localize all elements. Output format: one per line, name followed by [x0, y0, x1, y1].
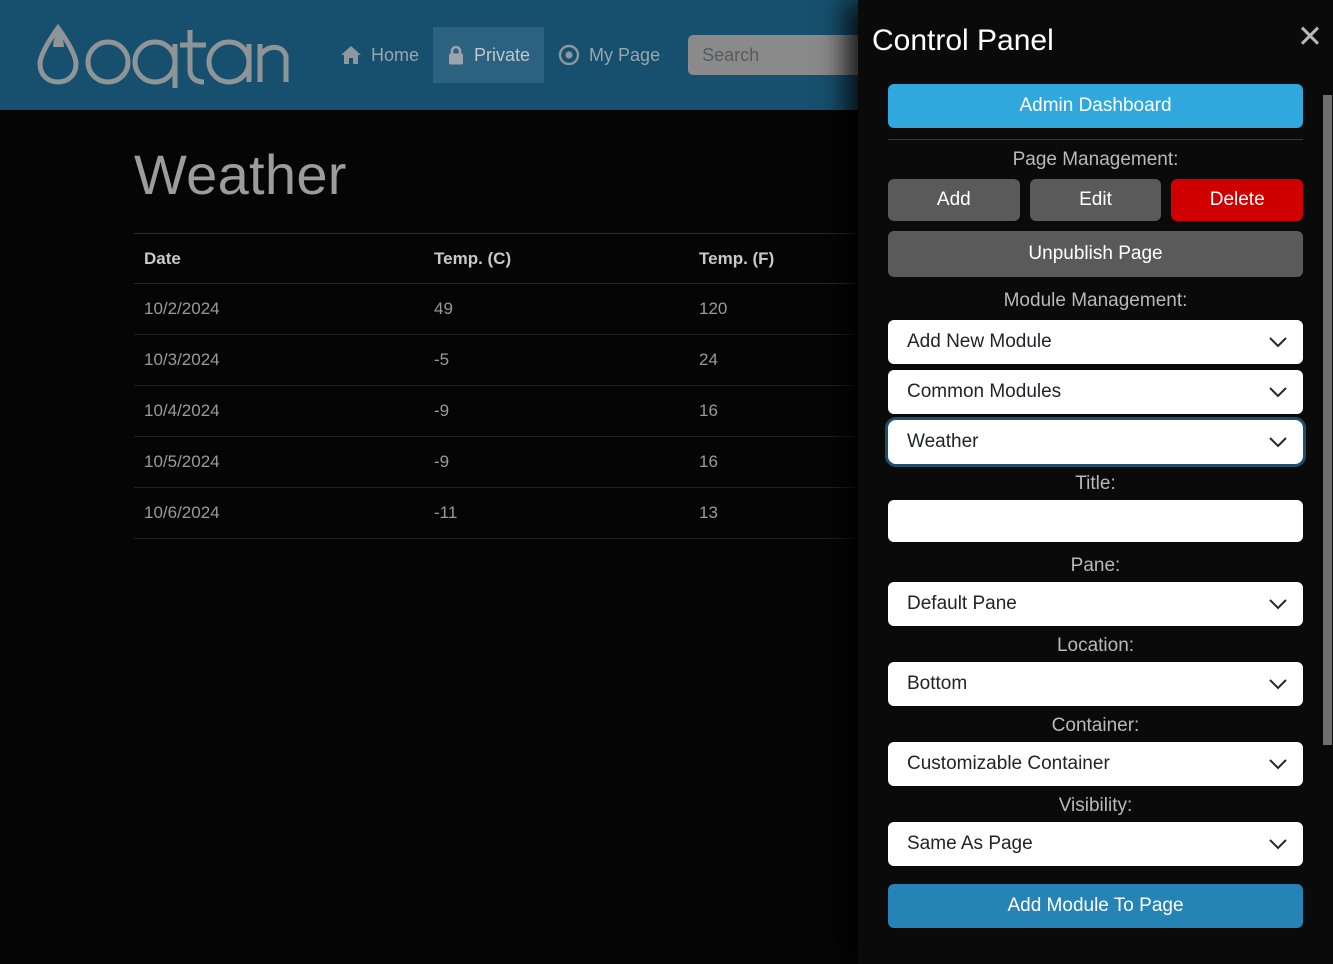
cell-date: 10/6/2024 [134, 487, 424, 539]
weather-table: Date Temp. (C) Temp. (F) 10/2/2024 49 12… [134, 233, 855, 539]
add-page-button[interactable]: Add [888, 179, 1020, 221]
admin-dashboard-button[interactable]: Admin Dashboard [888, 84, 1303, 128]
pane-select[interactable]: Default Pane [888, 582, 1303, 626]
column-header-temp-c: Temp. (C) [424, 233, 689, 284]
nav-item-my-page-label: My Page [589, 44, 661, 65]
cell-temp-f: 16 [689, 385, 855, 437]
cell-date: 10/5/2024 [134, 436, 424, 488]
location-select[interactable]: Bottom [888, 662, 1303, 706]
nav-item-home[interactable]: Home [326, 27, 433, 83]
page-management-label: Page Management: [1012, 149, 1179, 170]
module-management-label: Module Management: [1003, 290, 1188, 311]
column-header-date: Date [134, 233, 424, 284]
home-icon [340, 45, 362, 65]
site-nav: Home Private My Page Search [326, 27, 921, 83]
table-row: 10/2/2024 49 120 [134, 283, 855, 335]
container-select[interactable]: Customizable Container [888, 742, 1303, 786]
common-modules-select[interactable]: Common Modules [888, 370, 1303, 414]
visibility-select-wrap: Same As Page [888, 822, 1303, 866]
nav-item-private[interactable]: Private [433, 27, 545, 83]
scrollbar-thumb[interactable] [1323, 95, 1332, 745]
cell-temp-c: -9 [424, 436, 689, 488]
unpublish-page-button[interactable]: Unpublish Page [888, 231, 1303, 277]
control-panel-body: Admin Dashboard Page Management: Add Edi… [858, 84, 1333, 928]
app-root: oqtane Home [0, 0, 1333, 964]
column-header-temp-f: Temp. (F) [689, 233, 855, 284]
cell-temp-c: -5 [424, 334, 689, 386]
control-panel-title: Control Panel [872, 24, 1054, 57]
table-row: 10/5/2024 -9 16 [134, 436, 855, 488]
control-panel: Control Panel ✕ Admin Dashboard Page Man… [858, 0, 1333, 964]
module-select-wrap: Weather [885, 417, 1306, 467]
table-row: 10/6/2024 -11 13 [134, 487, 855, 539]
common-modules-select-wrap: Common Modules [888, 370, 1303, 414]
nav-item-my-page[interactable]: My Page [544, 27, 674, 83]
control-panel-header: Control Panel ✕ [858, 0, 1333, 84]
divider [888, 139, 1303, 140]
add-module-to-page-button[interactable]: Add Module To Page [888, 884, 1303, 928]
title-label: Title: [1075, 473, 1116, 494]
lock-icon [447, 44, 465, 66]
title-input[interactable] [888, 500, 1303, 542]
cell-temp-c: 49 [424, 283, 689, 335]
container-label: Container: [1051, 715, 1140, 736]
table-row: 10/4/2024 -9 16 [134, 385, 855, 437]
location-label: Location: [1056, 635, 1135, 656]
nav-item-home-label: Home [371, 44, 420, 65]
pane-label: Pane: [1070, 555, 1121, 576]
delete-page-button[interactable]: Delete [1171, 179, 1304, 221]
table-header-row: Date Temp. (C) Temp. (F) [134, 233, 855, 284]
nav-item-private-label: Private [474, 44, 531, 65]
page-management-buttons: Add Edit Delete [888, 179, 1304, 221]
cell-date: 10/3/2024 [134, 334, 424, 386]
add-new-module-select[interactable]: Add New Module [888, 320, 1303, 364]
container-select-wrap: Customizable Container [888, 742, 1303, 786]
cell-date: 10/2/2024 [134, 283, 424, 335]
edit-page-button[interactable]: Edit [1029, 179, 1162, 221]
visibility-select[interactable]: Same As Page [888, 822, 1303, 866]
pane-select-wrap: Default Pane [888, 582, 1303, 626]
module-select[interactable]: Weather [888, 420, 1303, 464]
cell-temp-f: 16 [689, 436, 855, 488]
target-icon [558, 44, 580, 66]
cell-temp-f: 13 [689, 487, 855, 539]
add-module-wrap: Add Module To Page [888, 884, 1303, 928]
cell-temp-c: -9 [424, 385, 689, 437]
visibility-label: Visibility: [1058, 795, 1133, 816]
cell-temp-f: 24 [689, 334, 855, 386]
control-panel-scrollbar[interactable] [1322, 0, 1333, 964]
cell-date: 10/4/2024 [134, 385, 424, 437]
cell-temp-c: -11 [424, 487, 689, 539]
add-new-module-select-wrap: Add New Module [888, 320, 1303, 364]
location-select-wrap: Bottom [888, 662, 1303, 706]
cell-temp-f: 120 [689, 283, 855, 335]
oqtane-logo[interactable]: oqtane [20, 19, 292, 91]
table-row: 10/3/2024 -5 24 [134, 334, 855, 386]
